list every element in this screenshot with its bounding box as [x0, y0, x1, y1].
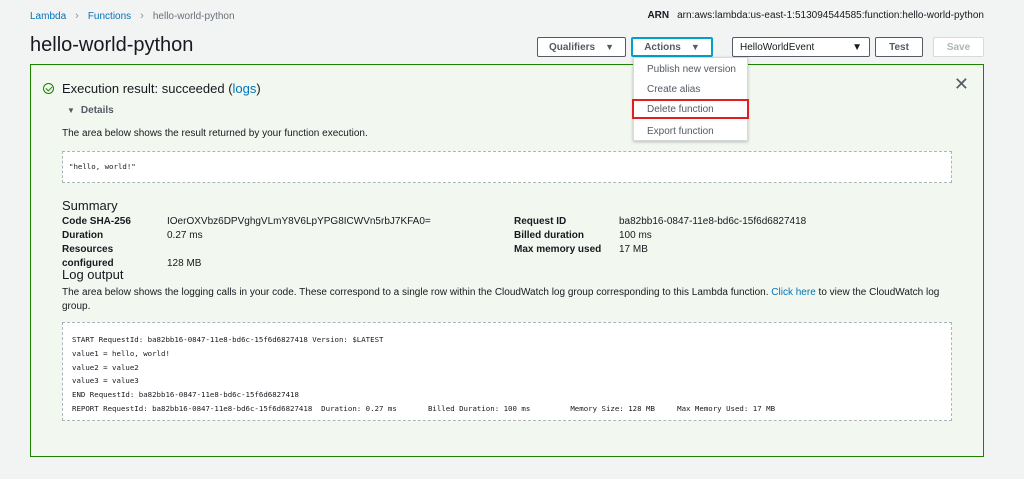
caret-down-icon: ▼ — [605, 42, 615, 52]
arn-value: arn:aws:lambda:us-east-1:513094544585:fu… — [677, 10, 984, 21]
menu-item-delete-function[interactable]: Delete function — [632, 99, 749, 119]
breadcrumb-lambda[interactable]: Lambda — [30, 11, 66, 22]
details-toggle[interactable]: ▼ Details — [67, 105, 114, 116]
caret-down-icon: ▼ — [852, 41, 862, 53]
menu-item-export-function[interactable]: Export function — [634, 121, 747, 141]
details-label: Details — [80, 105, 114, 116]
result-output: "hello, world!" — [62, 151, 952, 183]
summary-row: Request ID ba82bb16-0847-11e8-bd6c-15f6d6… — [514, 215, 806, 229]
result-heading-suffix: ) — [256, 81, 261, 96]
qualifiers-button[interactable]: Qualifiers ▼ — [537, 37, 626, 57]
save-button[interactable]: Save — [933, 37, 984, 57]
breadcrumb: Lambda › Functions › hello-world-python — [30, 10, 235, 22]
close-icon[interactable]: ✕ — [954, 75, 969, 93]
summary-title: Summary — [62, 198, 118, 213]
summary-row: Max memory used 17 MB — [514, 243, 806, 257]
summary-value: 17 MB — [619, 244, 648, 255]
log-description: The area below shows the logging calls i… — [62, 286, 952, 314]
arn-label: ARN — [647, 10, 670, 21]
actions-button[interactable]: Actions ▼ — [631, 37, 713, 57]
actions-label: Actions — [644, 41, 681, 53]
test-event-select[interactable]: HelloWorldEvent ▼ — [732, 37, 870, 57]
chevron-right-icon: › — [75, 10, 79, 22]
check-circle-icon — [43, 83, 54, 94]
execution-result-panel: Execution result: succeeded (logs) ✕ ▼ D… — [30, 64, 984, 457]
top-bar: Lambda › Functions › hello-world-python … — [0, 0, 1024, 32]
log-line: REPORT RequestId: ba82bb16-0847-11e8-bd6… — [72, 403, 776, 413]
menu-item-publish-new-version[interactable]: Publish new version — [634, 59, 747, 79]
log-line: START RequestId: ba82bb16-0847-11e8-bd6c… — [72, 335, 384, 344]
summary-value: 128 MB — [167, 258, 202, 269]
summary-row: Billed duration 100 ms — [514, 229, 806, 243]
summary-value: 0.27 ms — [167, 230, 203, 241]
summary-row: Code SHA-256 IOerOXVbz6DPVghgVLmY8V6LpYPG… — [62, 215, 431, 229]
result-description: The area below shows the result returned… — [62, 128, 368, 139]
log-line: value2 = value2 — [72, 362, 139, 372]
menu-item-create-alias[interactable]: Create alias — [634, 79, 747, 99]
log-desc-prefix: The area below shows the logging calls i… — [62, 287, 772, 298]
arn-display: ARN arn:aws:lambda:us-east-1:513094544585… — [647, 10, 984, 21]
summary-key: Billed duration — [514, 230, 584, 241]
summary-value: ba82bb16-0847-11e8-bd6c-15f6d6827418 — [619, 216, 807, 227]
page-title: hello-world-python — [30, 34, 194, 56]
summary-key: Duration — [62, 230, 104, 241]
test-event-value: HelloWorldEvent — [740, 41, 815, 53]
chevron-right-icon: › — [140, 10, 144, 22]
cloudwatch-link[interactable]: Click here — [771, 287, 815, 298]
log-output-title: Log output — [62, 267, 124, 282]
summary-value: IOerOXVbz6DPVghgVLmY8V6LpYPG8ICWVn5rbJ7K… — [167, 216, 431, 227]
result-status: Execution result: succeeded ( — [62, 81, 233, 96]
summary-key: Max memory used — [514, 244, 602, 255]
log-line: value1 = hello, world! — [72, 348, 170, 358]
log-line: value3 = value3 — [72, 376, 139, 386]
test-button[interactable]: Test — [875, 37, 923, 57]
breadcrumb-functions[interactable]: Functions — [88, 11, 131, 22]
actions-dropdown-menu: Publish new version Create alias Delete … — [632, 57, 749, 141]
log-output-box: START RequestId: ba82bb16-0847-11e8-bd6c… — [62, 322, 952, 421]
logs-link[interactable]: logs — [233, 81, 257, 96]
breadcrumb-current: hello-world-python — [152, 10, 235, 22]
summary-right: Request ID ba82bb16-0847-11e8-bd6c-15f6d6… — [514, 215, 806, 257]
log-line: END RequestId: ba82bb16-0847-11e8-bd6c-1… — [72, 390, 299, 400]
summary-row: Duration 0.27 ms — [62, 229, 431, 243]
summary-key: Code SHA-256 — [62, 216, 131, 227]
execution-result-heading: Execution result: succeeded (logs) — [43, 81, 261, 96]
summary-key: Request ID — [514, 216, 567, 227]
caret-down-icon: ▼ — [690, 42, 700, 52]
summary-left: Code SHA-256 IOerOXVbz6DPVghgVLmY8V6LpYPG… — [62, 215, 431, 271]
qualifiers-label: Qualifiers — [548, 41, 596, 53]
summary-value: 100 ms — [619, 230, 652, 241]
caret-down-icon: ▼ — [67, 106, 75, 115]
